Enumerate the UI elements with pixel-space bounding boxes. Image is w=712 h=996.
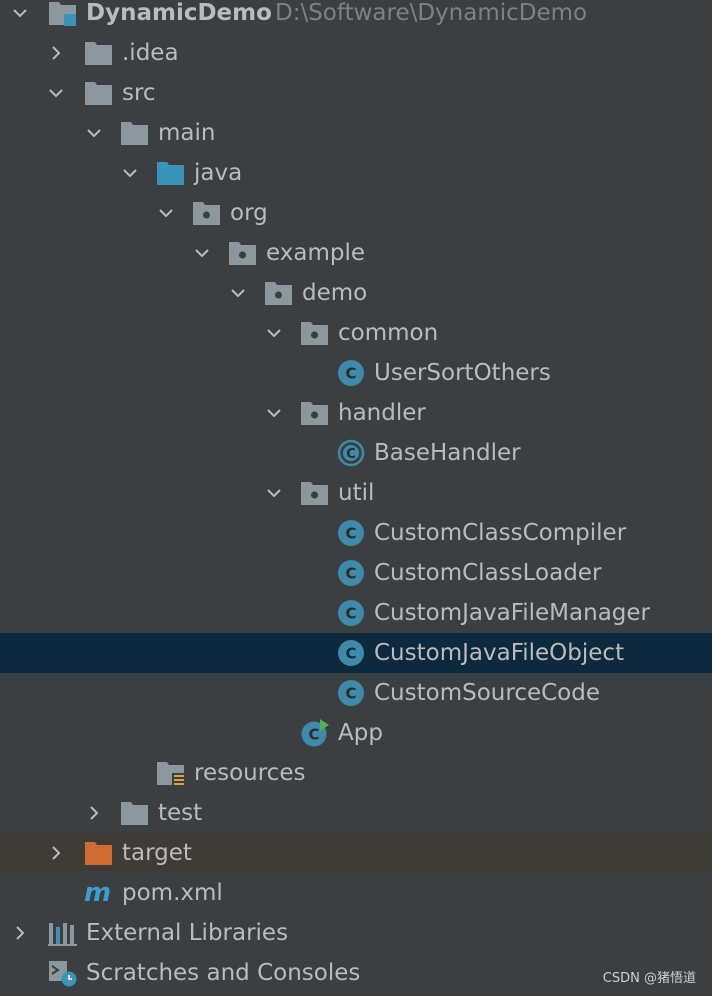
package-icon xyxy=(300,399,330,427)
chevron-down-icon[interactable] xyxy=(122,153,138,193)
tree-label-resources: resources xyxy=(194,760,306,786)
tree-label-example: example xyxy=(266,240,365,266)
excluded-folder-icon xyxy=(84,839,114,867)
resources-folder-icon xyxy=(156,759,186,787)
watermark: CSDN @猪悟道 xyxy=(602,971,696,986)
class-icon: C xyxy=(336,559,366,587)
tree-row-custom-class-compiler[interactable]: C CustomClassCompiler xyxy=(0,513,712,553)
tree-label-user-sort-others: UserSortOthers xyxy=(374,360,551,386)
tree-label-util: util xyxy=(338,480,375,506)
tree-row-test[interactable]: test xyxy=(0,793,712,833)
package-icon xyxy=(300,479,330,507)
tree-label-test: test xyxy=(158,800,203,826)
chevron-right-icon[interactable] xyxy=(86,793,102,833)
folder-icon xyxy=(120,799,150,827)
tree-row-pom[interactable]: m pom.xml xyxy=(0,873,712,913)
tree-row-idea[interactable]: .idea xyxy=(0,33,712,73)
svg-text:C: C xyxy=(308,726,319,744)
folder-icon xyxy=(84,39,114,67)
tree-label-src: src xyxy=(122,80,156,106)
tree-label-scratches: Scratches and Consoles xyxy=(86,960,361,986)
tree-label-custom-java-file-object: CustomJavaFileObject xyxy=(374,640,625,666)
tree-label-target: target xyxy=(122,840,192,866)
tree-row-custom-class-loader[interactable]: C CustomClassLoader xyxy=(0,553,712,593)
package-icon xyxy=(228,239,258,267)
tree-row-target[interactable]: target xyxy=(0,833,712,873)
tree-row-base-handler[interactable]: C BaseHandler xyxy=(0,433,712,473)
class-icon: C xyxy=(336,519,366,547)
tree-row-handler[interactable]: handler xyxy=(0,393,712,433)
svg-text:C: C xyxy=(345,565,356,583)
project-path: D:\Software\DynamicDemo xyxy=(275,0,588,26)
tree-row-java[interactable]: java xyxy=(0,153,712,193)
svg-text:C: C xyxy=(345,365,356,383)
tree-row-main[interactable]: main xyxy=(0,113,712,153)
tree-label-main: main xyxy=(158,120,216,146)
package-icon xyxy=(300,319,330,347)
svg-text:C: C xyxy=(345,525,356,543)
tree-label-custom-class-compiler: CustomClassCompiler xyxy=(374,520,627,546)
chevron-down-icon[interactable] xyxy=(158,193,174,233)
tree-row-external-libraries[interactable]: External Libraries xyxy=(0,913,712,953)
tree-row-common[interactable]: common xyxy=(0,313,712,353)
package-icon xyxy=(264,279,294,307)
libraries-icon xyxy=(48,919,78,947)
svg-text:C: C xyxy=(346,447,356,462)
tree-row-org[interactable]: org xyxy=(0,193,712,233)
tree-row-user-sort-others[interactable]: C UserSortOthers xyxy=(0,353,712,393)
tree-label-app: App xyxy=(338,720,383,746)
tree-label-idea: .idea xyxy=(122,40,179,66)
chevron-down-icon[interactable] xyxy=(12,0,28,33)
svg-text:m: m xyxy=(84,879,111,907)
project-folder-icon xyxy=(48,0,78,27)
tree-row-custom-source-code[interactable]: C CustomSourceCode xyxy=(0,673,712,713)
class-icon: C xyxy=(336,679,366,707)
chevron-right-icon[interactable] xyxy=(12,913,28,953)
tree-row-resources[interactable]: resources xyxy=(0,753,712,793)
chevron-down-icon[interactable] xyxy=(230,273,246,313)
tree-label-common: common xyxy=(338,320,439,346)
chevron-right-icon[interactable] xyxy=(48,833,64,873)
tree-row-project[interactable]: DynamicDemo D:\Software\DynamicDemo xyxy=(0,0,712,33)
abstract-class-icon: C xyxy=(336,439,366,467)
chevron-down-icon[interactable] xyxy=(266,313,282,353)
tree-row-src[interactable]: src xyxy=(0,73,712,113)
chevron-down-icon[interactable] xyxy=(266,393,282,433)
tree-label-custom-java-file-manager: CustomJavaFileManager xyxy=(374,600,650,626)
tree-label-base-handler: BaseHandler xyxy=(374,440,521,466)
svg-text:C: C xyxy=(345,645,356,663)
chevron-down-icon[interactable] xyxy=(48,73,64,113)
maven-icon: m xyxy=(84,878,114,908)
class-icon: C xyxy=(336,359,366,387)
source-folder-icon xyxy=(156,159,186,187)
tree-label-java: java xyxy=(194,160,243,186)
tree-label-custom-class-loader: CustomClassLoader xyxy=(374,560,602,586)
tree-label-handler: handler xyxy=(338,400,426,426)
tree-label-external-libraries: External Libraries xyxy=(86,920,289,946)
tree-label-demo: demo xyxy=(302,280,368,306)
chevron-right-icon[interactable] xyxy=(48,33,64,73)
folder-icon xyxy=(84,79,114,107)
package-icon xyxy=(192,199,222,227)
tree-row-app[interactable]: C App xyxy=(0,713,712,753)
tree-label-pom: pom.xml xyxy=(122,880,223,906)
folder-icon xyxy=(120,119,150,147)
class-icon: C xyxy=(336,599,366,627)
tree-row-custom-java-file-object[interactable]: C CustomJavaFileObject xyxy=(0,633,712,673)
chevron-down-icon[interactable] xyxy=(194,233,210,273)
class-icon: C xyxy=(336,639,366,667)
tree-row-example[interactable]: example xyxy=(0,233,712,273)
tree-row-util[interactable]: util xyxy=(0,473,712,513)
main-class-icon: C xyxy=(300,719,330,747)
tree-row-demo[interactable]: demo xyxy=(0,273,712,313)
tree-label-org: org xyxy=(230,200,268,226)
svg-text:C: C xyxy=(345,685,356,703)
tree-label-custom-source-code: CustomSourceCode xyxy=(374,680,600,706)
scratches-icon xyxy=(48,959,78,987)
project-name: DynamicDemo xyxy=(86,0,272,26)
chevron-down-icon[interactable] xyxy=(266,473,282,513)
svg-text:C: C xyxy=(345,605,356,623)
chevron-down-icon[interactable] xyxy=(86,113,102,153)
tree-row-custom-java-file-manager[interactable]: C CustomJavaFileManager xyxy=(0,593,712,633)
